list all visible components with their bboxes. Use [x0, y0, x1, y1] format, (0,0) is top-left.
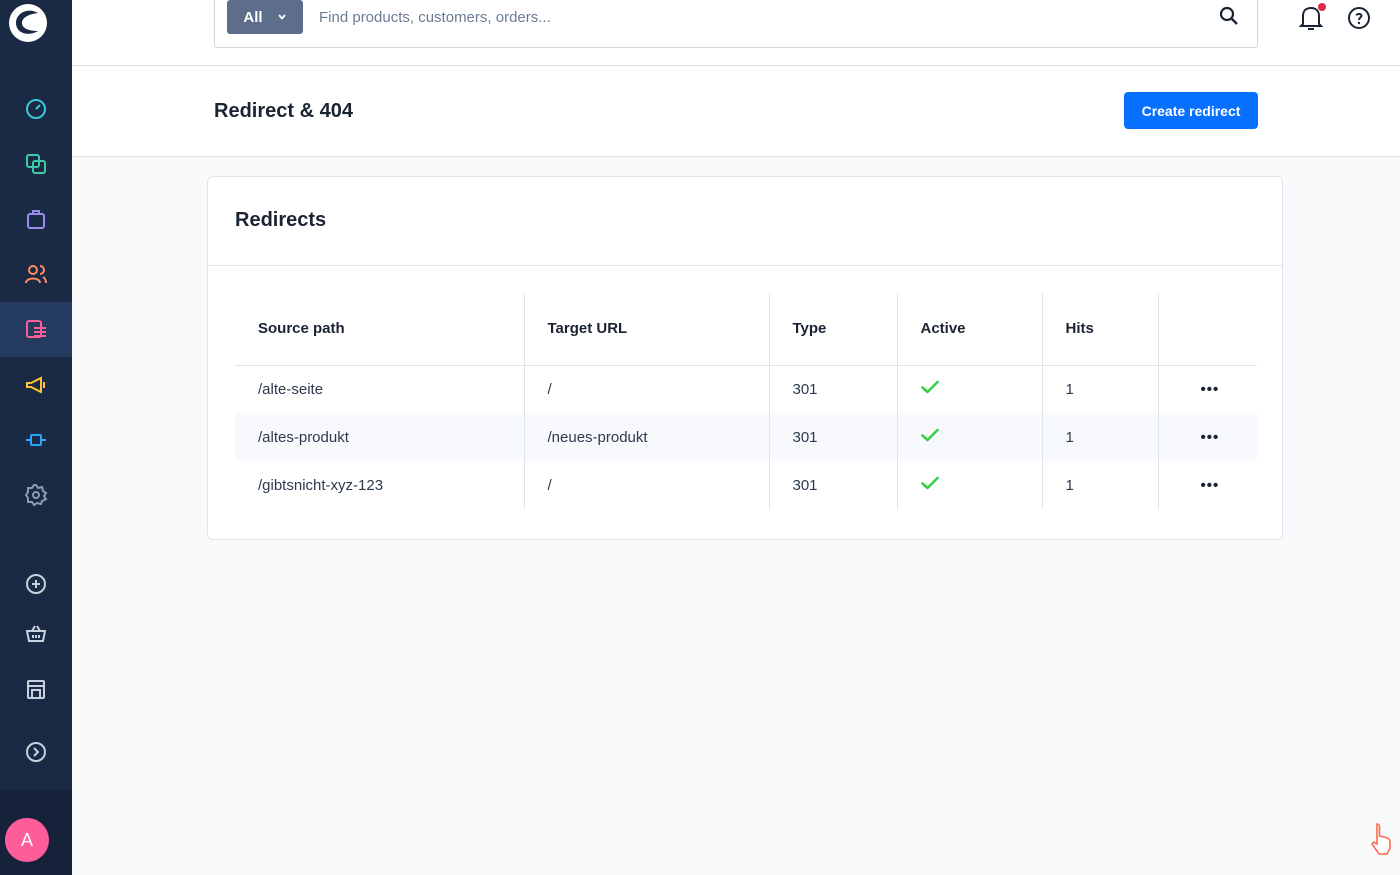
extensions-icon	[26, 433, 46, 446]
more-actions-button[interactable]: •••	[1201, 429, 1220, 446]
column-header-active[interactable]: Active	[896, 293, 1042, 366]
sidebar-item-marketing[interactable]	[0, 357, 72, 412]
help-button[interactable]	[1347, 6, 1371, 35]
marketing-icon	[26, 375, 45, 394]
notifications-button[interactable]	[1298, 3, 1326, 37]
add-icon	[26, 573, 46, 594]
sidebar: A	[0, 0, 72, 875]
basket-icon	[25, 624, 47, 642]
storefront-icon	[27, 679, 45, 699]
actions-cell: •••	[1157, 461, 1257, 509]
active-cell	[896, 461, 1042, 509]
sidebar-item-catalogues[interactable]	[0, 136, 72, 191]
settings-icon	[24, 483, 48, 506]
sidebar-item-expand[interactable]	[0, 724, 72, 779]
search-scope-label: All	[243, 8, 263, 26]
actions-cell: •••	[1157, 413, 1257, 461]
topbar: All	[72, 0, 1400, 66]
hits-cell: 1	[1041, 365, 1158, 413]
active-cell	[896, 365, 1042, 413]
card-title: Redirects	[235, 209, 327, 231]
sidebar-item-customers[interactable]	[0, 246, 72, 301]
help-icon	[1348, 7, 1370, 29]
global-search: All	[214, 0, 1258, 48]
checkmark-icon	[920, 428, 939, 442]
more-actions-button[interactable]: •••	[1201, 381, 1220, 398]
target-url-cell: /	[523, 365, 769, 413]
hits-cell: 1	[1041, 461, 1158, 509]
sidebar-item-orders[interactable]	[0, 191, 72, 246]
column-header-target-url[interactable]: Target URL	[523, 293, 769, 366]
target-url-cell: /	[523, 461, 769, 509]
search-icon[interactable]	[1219, 6, 1239, 26]
table-row[interactable]: /altes-produkt /neues-produkt 301 1 •••	[235, 413, 1257, 461]
source-path-cell: /altes-produkt	[235, 413, 524, 461]
column-header-source-path[interactable]: Source path	[235, 293, 524, 366]
create-redirect-button[interactable]: Create redirect	[1124, 92, 1258, 129]
page-header: Redirect & 404 Create redirect	[72, 67, 1400, 157]
column-header-hits[interactable]: Hits	[1041, 293, 1158, 366]
page-title: Redirect & 404	[214, 100, 353, 122]
content-icon	[26, 319, 46, 338]
notification-dot	[1318, 3, 1326, 11]
actions-cell: •••	[1157, 365, 1257, 413]
card-divider	[208, 265, 1282, 266]
sidebar-item-content[interactable]	[0, 302, 72, 357]
type-cell: 301	[768, 413, 897, 461]
sidebar-item-storefront[interactable]	[0, 661, 72, 716]
sidebar-item-settings[interactable]	[0, 467, 72, 522]
type-cell: 301	[768, 365, 897, 413]
type-cell: 301	[768, 461, 897, 509]
table-row[interactable]: /gibtsnicht-xyz-123 / 301 1 •••	[235, 461, 1257, 509]
sidebar-item-sales-channel[interactable]	[0, 606, 72, 661]
column-header-type[interactable]: Type	[768, 293, 897, 366]
checkmark-icon	[920, 476, 939, 490]
dashboard-icon	[26, 98, 46, 119]
avatar[interactable]: A	[5, 818, 49, 862]
shopware-logo[interactable]	[0, 0, 56, 46]
sidebar-item-add[interactable]	[0, 556, 72, 611]
table-row[interactable]: /alte-seite / 301 1 •••	[235, 365, 1257, 413]
expand-icon	[26, 741, 46, 762]
search-input[interactable]	[319, 2, 1179, 32]
sidebar-item-extensions[interactable]	[0, 412, 72, 467]
orders-icon	[27, 209, 45, 229]
redirects-card: Redirects Source path Target URL Type Ac…	[207, 176, 1283, 540]
mouse-pointer-icon	[1370, 823, 1391, 855]
sidebar-item-dashboard[interactable]	[0, 81, 72, 136]
hits-cell: 1	[1041, 413, 1158, 461]
redirects-table: Source path Target URL Type Active Hits …	[235, 293, 1257, 509]
catalogue-icon	[26, 153, 46, 174]
table-header-row: Source path Target URL Type Active Hits	[235, 293, 1257, 366]
source-path-cell: /gibtsnicht-xyz-123	[258, 476, 384, 494]
customers-icon	[25, 264, 47, 283]
column-header-actions	[1157, 293, 1257, 366]
checkmark-icon	[920, 380, 939, 394]
chevron-down-icon	[277, 14, 286, 20]
active-cell	[896, 413, 1042, 461]
search-scope-dropdown[interactable]: All	[227, 0, 303, 34]
more-actions-button[interactable]: •••	[1201, 477, 1220, 494]
source-path-cell: /alte-seite	[258, 380, 324, 398]
target-url-cell: /neues-produkt	[523, 413, 769, 461]
